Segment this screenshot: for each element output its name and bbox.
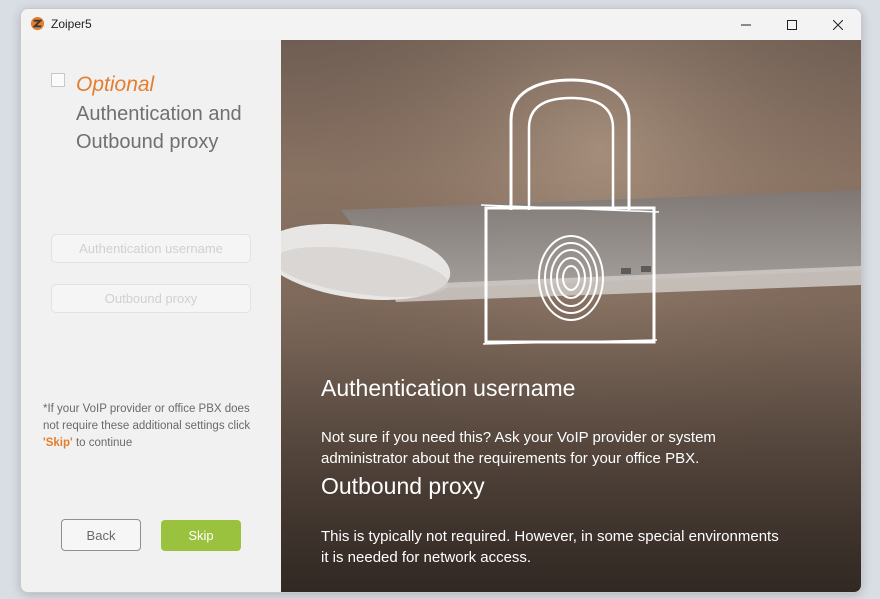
skip-button[interactable]: Skip <box>161 520 241 551</box>
zoiper-logo-icon <box>30 16 45 31</box>
window-title: Zoiper5 <box>51 17 92 31</box>
optional-label: Optional <box>76 73 155 96</box>
optional-checkbox[interactable] <box>51 73 65 87</box>
skip-note: *If your VoIP provider or office PBX doe… <box>43 401 265 452</box>
proxy-description: This is typically not required. However,… <box>321 528 779 566</box>
auth-description: Not sure if you need this? Ask your VoIP… <box>321 429 716 467</box>
app-window: Zoiper5 Optional Authentication and Outb… <box>20 8 862 593</box>
minimize-button[interactable] <box>723 9 769 40</box>
title-bar: Zoiper5 <box>21 9 861 40</box>
note-suffix: to continue <box>72 437 133 449</box>
proxy-heading: Outbound proxy <box>321 473 485 499</box>
note-skip: 'Skip' <box>43 437 73 449</box>
info-panel: Authentication username Not sure if you … <box>281 40 861 592</box>
auth-username-placeholder: Authentication username <box>79 241 223 256</box>
note-prefix: *If your VoIP provider or office PBX doe… <box>43 403 251 432</box>
close-icon <box>833 19 843 30</box>
maximize-button[interactable] <box>769 9 815 40</box>
outbound-proxy-placeholder: Outbound proxy <box>104 291 198 306</box>
outbound-proxy-field[interactable]: Outbound proxy <box>51 284 251 313</box>
settings-panel: Optional Authentication and Outbound pro… <box>21 40 281 592</box>
auth-heading: Authentication username <box>321 375 576 401</box>
background-photo <box>281 40 861 592</box>
minimize-icon <box>741 24 751 25</box>
close-button[interactable] <box>815 9 861 40</box>
auth-username-field[interactable]: Authentication username <box>51 234 251 263</box>
back-button[interactable]: Back <box>61 519 141 551</box>
section-title: Authentication and Outbound proxy <box>76 103 242 153</box>
maximize-icon <box>787 19 797 30</box>
